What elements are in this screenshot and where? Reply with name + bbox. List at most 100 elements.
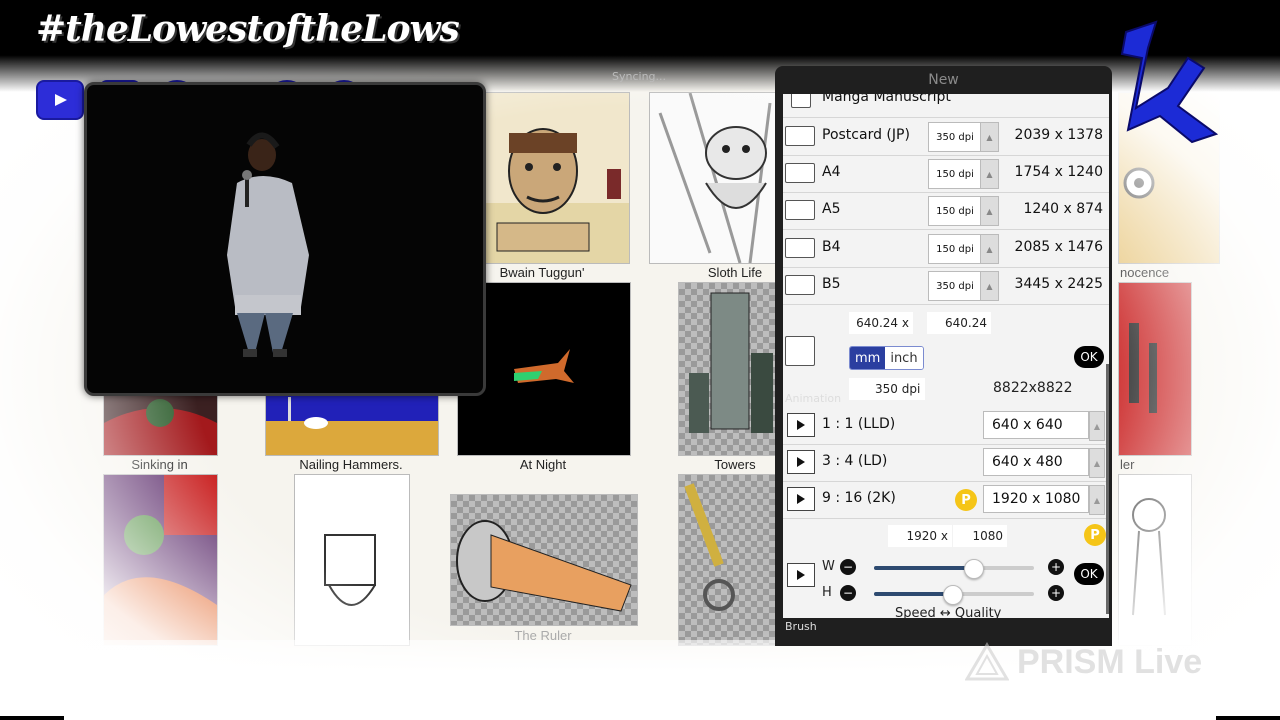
preset-size: 1754 x 1240 bbox=[1014, 164, 1103, 180]
anim-width-value: 1920 bbox=[906, 529, 938, 543]
dpi-dropdown-icon[interactable]: ▲ bbox=[980, 122, 999, 152]
w-slider[interactable] bbox=[874, 559, 1034, 579]
brush-section-label: Brush bbox=[785, 620, 817, 633]
custom-dpi-label: dpi bbox=[901, 382, 921, 396]
artwork-ler[interactable] bbox=[1118, 282, 1192, 456]
preset-checkbox[interactable] bbox=[785, 126, 815, 146]
unit-mm-button[interactable]: mm bbox=[850, 347, 886, 369]
preset-row-manga[interactable]: Manga Manuscript bbox=[783, 94, 1109, 118]
anim-row-1-1[interactable]: 1 : 1 (LLD) 640 x 640 ▲ bbox=[783, 407, 1109, 445]
dpi-dropdown-icon[interactable]: ▲ bbox=[980, 234, 999, 264]
artwork-caption: ler bbox=[1120, 457, 1135, 472]
preset-size: 2085 x 1476 bbox=[1014, 239, 1103, 255]
artwork-bottom-5[interactable] bbox=[1118, 474, 1192, 646]
artwork-caption: nocence bbox=[1120, 265, 1170, 280]
preset-size: 3445 x 2425 bbox=[1014, 276, 1103, 292]
preset-name: A4 bbox=[822, 164, 841, 180]
h-slider-knob[interactable] bbox=[943, 585, 964, 605]
webcam-feed bbox=[84, 82, 486, 396]
anim-size-select[interactable]: 640 x 480 bbox=[983, 448, 1089, 476]
play-icon[interactable] bbox=[787, 563, 815, 587]
animation-list: 1 : 1 (LLD) 640 x 640 ▲ 3 : 4 (LD) 640 x… bbox=[783, 406, 1109, 621]
premium-badge-icon: P bbox=[1084, 524, 1106, 546]
speed-quality-label: Speed ↔ Quality bbox=[895, 606, 1002, 621]
play-icon[interactable] bbox=[787, 487, 815, 511]
preset-size: 1240 x 874 bbox=[1023, 201, 1103, 217]
w-minus-icon[interactable]: − bbox=[840, 559, 856, 575]
anim-dropdown-icon[interactable]: ▲ bbox=[1089, 411, 1105, 441]
anim-row-9-16[interactable]: 9 : 16 (2K) P 1920 x 1080 ▲ bbox=[783, 481, 1109, 519]
artwork-caption: At Night bbox=[519, 457, 567, 472]
w-slider-fill bbox=[874, 566, 974, 570]
anim-ok-button[interactable]: OK bbox=[1074, 563, 1104, 585]
anim-preset-name: 9 : 16 (2K) bbox=[822, 490, 896, 506]
h-minus-icon[interactable]: − bbox=[840, 585, 856, 601]
syncing-status: Syncing... bbox=[612, 70, 667, 83]
prism-live-watermark: PRISM Live bbox=[965, 642, 1202, 682]
preset-row-a4[interactable]: A4 150 dpi ▲ 1754 x 1240 bbox=[783, 155, 1109, 193]
dialog-scrollbar[interactable] bbox=[1106, 364, 1109, 614]
preset-checkbox[interactable] bbox=[785, 163, 815, 183]
anim-row-3-4[interactable]: 3 : 4 (LD) 640 x 480 ▲ bbox=[783, 444, 1109, 482]
preset-list: Manga Manuscript Postcard (JP) 350 dpi ▲… bbox=[783, 94, 1109, 418]
custom-dpi-field[interactable]: 350 dpi bbox=[849, 378, 925, 400]
preset-name: Manga Manuscript bbox=[822, 94, 951, 105]
preset-name: Postcard (JP) bbox=[822, 127, 910, 143]
youtube-icon[interactable] bbox=[36, 80, 84, 120]
anim-preset-name: 1 : 1 (LLD) bbox=[822, 416, 896, 432]
dpi-select[interactable]: 350 dpi bbox=[928, 122, 982, 152]
h-slider[interactable] bbox=[874, 585, 1034, 605]
artwork-the-ruler[interactable] bbox=[450, 494, 638, 626]
dpi-dropdown-icon[interactable]: ▲ bbox=[980, 271, 999, 301]
preset-row-b4[interactable]: B4 150 dpi ▲ 2085 x 1476 bbox=[783, 230, 1109, 268]
anim-height-field[interactable]: 1080 bbox=[953, 525, 1007, 547]
dialog-title: New bbox=[928, 72, 959, 88]
custom-width-field[interactable]: 640.24 x bbox=[849, 312, 913, 334]
w-plus-icon[interactable]: + bbox=[1048, 559, 1064, 575]
stream-canvas: Bwain Tuggun' Sloth Life nocence Sinking… bbox=[0, 0, 1280, 720]
artwork-towers[interactable] bbox=[678, 282, 780, 456]
anim-dropdown-icon[interactable]: ▲ bbox=[1089, 485, 1105, 515]
anim-custom-row: 1920 x 1080 P W − + H − + OK Speed ↔ Qua… bbox=[783, 519, 1109, 621]
dpi-select[interactable]: 150 dpi bbox=[928, 159, 982, 189]
preset-checkbox[interactable] bbox=[785, 200, 815, 220]
anim-size-select[interactable]: 640 x 640 bbox=[983, 411, 1089, 439]
dpi-select[interactable]: 350 dpi bbox=[928, 271, 982, 301]
w-slider-knob[interactable] bbox=[964, 559, 985, 579]
artwork-bottom-4[interactable] bbox=[678, 474, 780, 646]
preset-row-a5[interactable]: A5 150 dpi ▲ 1240 x 874 bbox=[783, 192, 1109, 230]
artwork-caption: Sinking in bbox=[131, 457, 188, 472]
custom-checkbox[interactable] bbox=[785, 336, 815, 366]
custom-height-field[interactable]: 640.24 bbox=[927, 312, 991, 334]
dpi-dropdown-icon[interactable]: ▲ bbox=[980, 159, 999, 189]
preset-checkbox[interactable] bbox=[785, 275, 815, 295]
premium-badge-icon: P bbox=[955, 489, 977, 511]
preset-name: B5 bbox=[822, 276, 841, 292]
custom-ok-button[interactable]: OK bbox=[1074, 346, 1104, 368]
preset-row-b5[interactable]: B5 350 dpi ▲ 3445 x 2425 bbox=[783, 267, 1109, 305]
preset-row-postcard[interactable]: Postcard (JP) 350 dpi ▲ 2039 x 1378 bbox=[783, 118, 1109, 156]
artwork-bottom-1[interactable] bbox=[103, 474, 218, 646]
preset-checkbox[interactable] bbox=[791, 94, 811, 108]
bottom-letterbox bbox=[0, 716, 1280, 720]
play-icon[interactable] bbox=[787, 450, 815, 474]
unit-inch-button[interactable]: inch bbox=[885, 347, 923, 369]
dpi-dropdown-icon[interactable]: ▲ bbox=[980, 196, 999, 226]
unit-toggle: mm inch bbox=[849, 346, 924, 370]
channel-logo bbox=[1108, 18, 1228, 158]
preset-checkbox[interactable] bbox=[785, 238, 815, 258]
anim-dropdown-icon[interactable]: ▲ bbox=[1089, 448, 1105, 478]
artwork-bottom-2[interactable] bbox=[294, 474, 410, 646]
preset-name: A5 bbox=[822, 201, 841, 217]
anim-width-field[interactable]: 1920 x bbox=[888, 525, 952, 547]
anim-preset-name: 3 : 4 (LD) bbox=[822, 453, 888, 469]
dpi-select[interactable]: 150 dpi bbox=[928, 196, 982, 226]
animation-section-label: Animation bbox=[785, 392, 842, 405]
watermark-text: PRISM Live bbox=[1017, 642, 1203, 681]
play-icon[interactable] bbox=[787, 413, 815, 437]
anim-size-select[interactable]: 1920 x 1080 bbox=[983, 485, 1089, 513]
h-plus-icon[interactable]: + bbox=[1048, 585, 1064, 601]
dpi-select[interactable]: 150 dpi bbox=[928, 234, 982, 264]
w-label: W bbox=[822, 559, 835, 574]
custom-dpi-value: 350 bbox=[875, 382, 898, 396]
